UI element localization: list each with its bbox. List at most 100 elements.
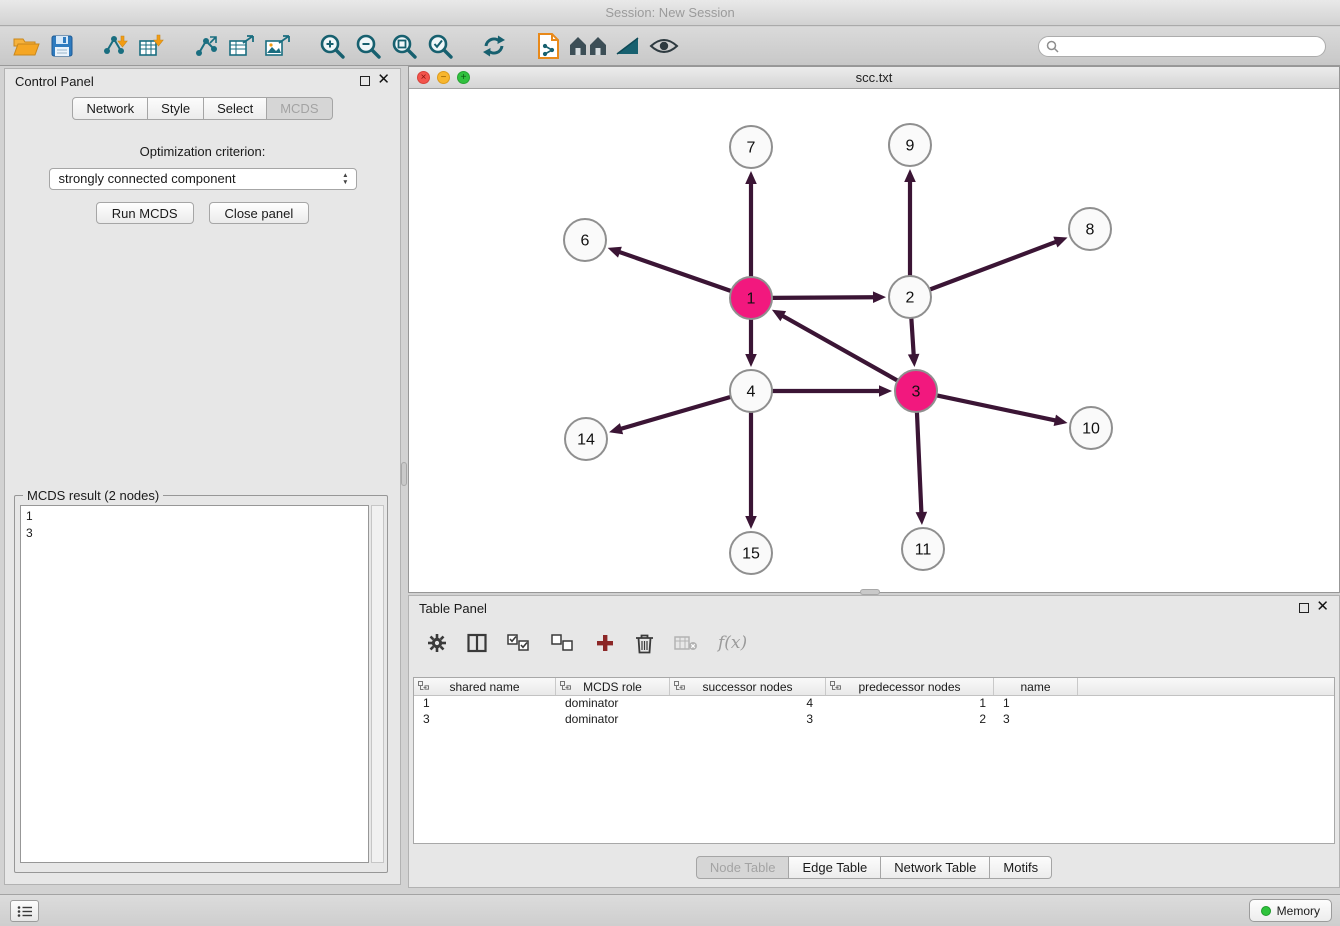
close-window-icon[interactable] [417,71,430,84]
function-builder-button[interactable]: f(x) [718,633,747,653]
graph-node-14[interactable]: 14 [565,418,607,460]
graph-edge-3-11[interactable] [916,413,928,525]
graph-edge-3-10[interactable] [938,396,1068,426]
minimize-window-icon[interactable] [437,71,450,84]
checked-boxes-icon [507,634,531,652]
graph-edge-2-3[interactable] [908,319,920,367]
vertical-splitter-grip[interactable] [401,462,407,486]
zoom-selected-button[interactable] [422,29,458,63]
graph-node-1[interactable]: 1 [730,277,772,319]
open-session-button[interactable] [8,29,44,63]
graph-edge-4-14[interactable] [609,397,730,434]
graph-node-2[interactable]: 2 [889,276,931,318]
graph-node-11[interactable]: 11 [902,528,944,570]
plus-icon [595,633,615,653]
zoom-fit-button[interactable] [386,29,422,63]
graph-edge-1-7[interactable] [745,171,757,276]
optimization-criterion-select[interactable]: strongly connected component ▲▼ [49,168,357,190]
svg-text:11: 11 [915,542,932,559]
cell-successor-nodes[interactable]: 3 [670,712,826,728]
delete-table-button[interactable] [674,634,698,652]
tab-node-table[interactable]: Node Table [696,856,790,879]
network-canvas[interactable]: 7 9 6 8 1 2 4 3 14 10 15 11 [409,89,1339,592]
graph-node-15[interactable]: 15 [730,532,772,574]
column-header-predecessor-nodes[interactable]: predecessor nodes [826,678,994,695]
cell-predecessor-nodes[interactable]: 1 [826,696,994,712]
cell-name[interactable]: 3 [994,712,1078,728]
save-floppy-icon [51,35,73,57]
first-neighbors-button[interactable] [566,29,610,63]
import-network-button[interactable] [98,29,134,63]
cell-name[interactable]: 1 [994,696,1078,712]
zoom-in-button[interactable] [314,29,350,63]
tab-select[interactable]: Select [204,97,267,120]
graph-edge-4-3[interactable] [773,385,892,397]
graph-node-10[interactable]: 10 [1070,407,1112,449]
memory-button[interactable]: Memory [1249,899,1332,922]
save-session-button[interactable] [44,29,80,63]
refresh-view-button[interactable] [476,29,512,63]
search-input[interactable] [1059,40,1325,54]
result-scrollbar[interactable] [371,505,384,863]
tab-mcds[interactable]: MCDS [267,97,332,120]
table-row[interactable]: 1 dominator 4 1 1 [414,696,1334,712]
graphics-details-button[interactable] [646,29,682,63]
network-from-clipboard-button[interactable] [530,29,566,63]
run-mcds-button[interactable]: Run MCDS [96,202,194,224]
close-panel-icon[interactable]: ✕ [377,72,390,88]
add-entry-button[interactable] [595,633,615,653]
visual-style-button[interactable] [610,29,646,63]
graph-edge-3-1[interactable] [772,310,897,380]
column-header-shared-name[interactable]: shared name [414,678,556,695]
graph-node-6[interactable]: 6 [564,219,606,261]
cell-mcds-role[interactable]: dominator [556,712,670,728]
cell-predecessor-nodes[interactable]: 2 [826,712,994,728]
graph-node-7[interactable]: 7 [730,126,772,168]
export-table-button[interactable] [224,29,260,63]
graph-node-4[interactable]: 4 [730,370,772,412]
table-row[interactable]: 3 dominator 3 2 3 [414,712,1334,728]
zoom-out-icon [355,33,382,60]
tab-style[interactable]: Style [148,97,204,120]
maximize-window-icon[interactable] [457,71,470,84]
task-history-button[interactable] [10,900,39,922]
delete-entry-button[interactable] [635,633,654,654]
svg-text:2: 2 [906,290,915,307]
new-network-button[interactable] [188,29,224,63]
graph-edge-1-2[interactable] [773,291,886,303]
table-settings-button[interactable] [427,633,447,653]
import-table-button[interactable] [134,29,170,63]
graph-edge-2-9[interactable] [904,169,916,275]
graph-edge-1-4[interactable] [745,320,757,367]
deselect-all-columns-button[interactable] [551,634,575,652]
cell-shared-name[interactable]: 3 [414,712,556,728]
column-header-name[interactable]: name [994,678,1078,695]
zoom-out-button[interactable] [350,29,386,63]
float-panel-icon[interactable] [360,76,370,86]
close-panel-button[interactable]: Close panel [209,202,310,224]
result-line: 3 [26,525,363,542]
export-image-button[interactable] [260,29,296,63]
select-all-columns-button[interactable] [507,634,531,652]
graph-node-8[interactable]: 8 [1069,208,1111,250]
close-table-panel-icon[interactable]: ✕ [1316,599,1329,615]
graph-edge-1-6[interactable] [608,247,731,291]
graph-node-9[interactable]: 9 [889,124,931,166]
tab-edge-table[interactable]: Edge Table [789,856,881,879]
column-sort-icon [418,681,429,692]
cell-shared-name[interactable]: 1 [414,696,556,712]
column-chooser-button[interactable] [467,633,487,653]
column-header-successor-nodes[interactable]: successor nodes [670,678,826,695]
graph-node-3[interactable]: 3 [895,370,937,412]
cell-successor-nodes[interactable]: 4 [670,696,826,712]
float-table-panel-icon[interactable] [1299,603,1309,613]
tab-network[interactable]: Network [72,97,148,120]
network-window-titlebar[interactable]: scc.txt [409,67,1339,89]
column-header-mcds-role[interactable]: MCDS role [556,678,670,695]
graph-edge-4-15[interactable] [745,413,757,529]
search-field[interactable] [1038,36,1326,57]
tab-network-table[interactable]: Network Table [881,856,990,879]
graph-edge-2-8[interactable] [931,237,1068,290]
cell-mcds-role[interactable]: dominator [556,696,670,712]
tab-motifs[interactable]: Motifs [990,856,1052,879]
